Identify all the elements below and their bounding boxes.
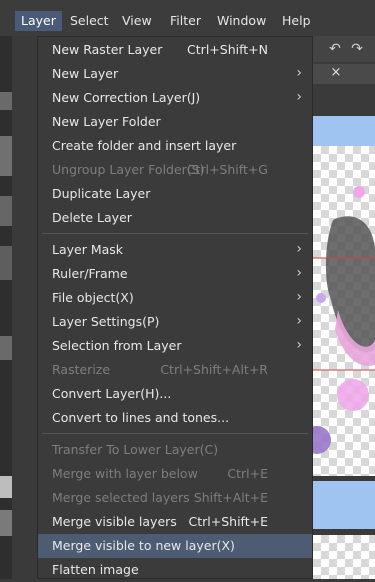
menu-item-delete-layer[interactable]: Delete Layer — [38, 206, 312, 230]
palette-block[interactable] — [0, 136, 12, 176]
menu-item-ruler-frame[interactable]: Ruler/Frame › — [38, 262, 312, 286]
menu-item-ungroup-layer-folder[interactable]: Ungroup Layer Folder(S) Ctrl+Shift+G — [38, 158, 312, 182]
menu-item-shortcut: Ctrl+Shift+Alt+R — [160, 362, 268, 377]
menu-item-transfer-to-lower-layer[interactable]: Transfer To Lower Layer(C) — [38, 438, 312, 462]
menu-item-label: Convert Layer(H)... — [52, 386, 172, 401]
undo-icon[interactable]: ↶ — [325, 40, 345, 58]
menu-item-label: Layer Mask — [52, 242, 124, 257]
submenu-arrow-icon: › — [296, 65, 302, 81]
menu-item-label: Ruler/Frame — [52, 266, 128, 281]
menu-item-label: Merge selected layers — [52, 490, 190, 505]
menu-item-label: File object(X) — [52, 290, 134, 305]
menu-view[interactable]: View — [116, 11, 158, 31]
redo-icon[interactable]: ↷ — [347, 40, 367, 58]
palette-block[interactable] — [0, 510, 12, 536]
menu-item-label: Rasterize — [52, 362, 111, 377]
menu-item-new-layer[interactable]: New Layer › — [38, 62, 312, 86]
menu-item-label: Merge visible to new layer(X) — [52, 538, 235, 553]
menu-filter[interactable]: Filter — [164, 11, 207, 31]
menu-help[interactable]: Help — [276, 11, 317, 31]
submenu-arrow-icon: › — [296, 265, 302, 281]
menu-item-duplicate-layer[interactable]: Duplicate Layer — [38, 182, 312, 206]
menu-item-label: Duplicate Layer — [52, 186, 151, 201]
menu-item-label: Convert to lines and tones... — [52, 410, 230, 425]
menu-select[interactable]: Select — [64, 11, 115, 31]
menu-separator — [42, 433, 308, 434]
menu-item-shortcut: Ctrl+Shift+N — [187, 42, 268, 57]
menu-item-label: Create folder and insert layer — [52, 138, 237, 153]
menu-item-label: New Layer — [52, 66, 119, 81]
layer-menu: New Raster Layer Ctrl+Shift+N New Layer … — [37, 36, 313, 579]
menu-item-new-layer-folder[interactable]: New Layer Folder — [38, 110, 312, 134]
palette-block[interactable] — [0, 336, 12, 360]
menu-layer[interactable]: Layer — [15, 11, 62, 31]
canvas-page[interactable] — [313, 535, 375, 579]
menu-item-new-raster-layer[interactable]: New Raster Layer Ctrl+Shift+N — [38, 38, 312, 62]
menu-item-merge-selected-layers[interactable]: Merge selected layers Shift+Alt+E — [38, 486, 312, 510]
menu-item-label: Merge visible layers — [52, 514, 177, 529]
menu-item-label: Layer Settings(P) — [52, 314, 160, 329]
menu-item-label: Flatten image — [52, 562, 139, 577]
menu-window[interactable]: Window — [211, 11, 272, 31]
menu-item-shortcut: Ctrl+Shift+G — [186, 162, 268, 177]
menu-item-shortcut: Ctrl+E — [227, 466, 268, 481]
menu-item-label: New Correction Layer(J) — [52, 90, 201, 105]
menu-item-merge-visible-layers[interactable]: Merge visible layers Ctrl+Shift+E — [38, 510, 312, 534]
submenu-arrow-icon: › — [296, 241, 302, 257]
menu-item-file-object[interactable]: File object(X) › — [38, 286, 312, 310]
menu-item-label: Ungroup Layer Folder(S) — [52, 162, 205, 177]
menu-item-merge-visible-to-new-layer[interactable]: Merge visible to new layer(X) — [38, 534, 312, 558]
menu-item-layer-settings[interactable]: Layer Settings(P) › — [38, 310, 312, 334]
menu-item-selection-from-layer[interactable]: Selection from Layer › — [38, 334, 312, 358]
close-tab-icon[interactable]: × — [330, 66, 342, 80]
menu-item-shortcut: Ctrl+Shift+E — [188, 514, 269, 529]
menu-item-convert-layer[interactable]: Convert Layer(H)... — [38, 382, 312, 406]
palette-block[interactable] — [0, 196, 12, 226]
menu-item-label: Selection from Layer — [52, 338, 182, 353]
canvas-artwork — [313, 186, 375, 454]
menu-item-label: Merge with layer below — [52, 466, 198, 481]
palette-block[interactable] — [0, 476, 12, 498]
menu-item-flatten-image[interactable]: Flatten image — [38, 558, 312, 582]
submenu-arrow-icon: › — [296, 313, 302, 329]
submenu-arrow-icon: › — [296, 337, 302, 353]
left-tool-palette — [0, 36, 12, 579]
canvas-tab[interactable] — [311, 64, 375, 84]
palette-block[interactable] — [0, 92, 12, 110]
menu-item-layer-mask[interactable]: Layer Mask › — [38, 238, 312, 262]
menu-item-label: New Raster Layer — [52, 42, 163, 57]
menu-item-new-correction-layer[interactable]: New Correction Layer(J) › — [38, 86, 312, 110]
menu-item-rasterize[interactable]: Rasterize Ctrl+Shift+Alt+R — [38, 358, 312, 382]
submenu-arrow-icon: › — [296, 89, 302, 105]
menu-bar: Layer Select View Filter Window Help — [0, 0, 375, 36]
submenu-arrow-icon: › — [296, 289, 302, 305]
menu-item-label: Transfer To Lower Layer(C) — [52, 442, 219, 457]
menu-separator — [42, 233, 308, 234]
menu-item-convert-lines-tones[interactable]: Convert to lines and tones... — [38, 406, 312, 430]
menu-item-label: New Layer Folder — [52, 114, 161, 129]
menu-item-shortcut: Shift+Alt+E — [193, 490, 268, 505]
command-bar: ↶ ↷ — [311, 36, 375, 62]
palette-block[interactable] — [0, 246, 12, 280]
menu-item-create-folder-insert-layer[interactable]: Create folder and insert layer — [38, 134, 312, 158]
menu-item-label: Delete Layer — [52, 210, 132, 225]
menu-item-merge-with-layer-below[interactable]: Merge with layer below Ctrl+E — [38, 462, 312, 486]
